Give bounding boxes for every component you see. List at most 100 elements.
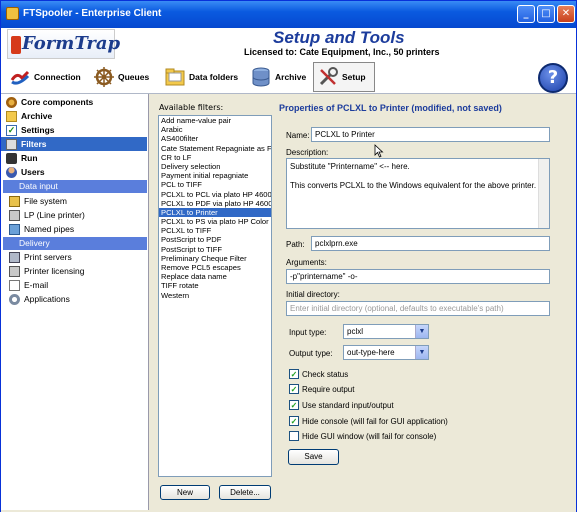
sidebar-item-print-servers[interactable]: Print servers — [1, 250, 147, 264]
sidebar-item-file-system[interactable]: File system — [1, 194, 147, 208]
sidebar-item-named-pipes[interactable]: Named pipes — [1, 222, 147, 236]
checkbox-box[interactable]: ✓ — [289, 369, 299, 379]
filter-list-item[interactable]: Delivery selection — [159, 162, 271, 171]
window-title: FTSpooler - Enterprise Client — [23, 8, 162, 19]
help-button[interactable]: ? — [538, 63, 568, 93]
filter-list-item[interactable]: PostScript to PDF — [159, 235, 271, 244]
input-type-select[interactable]: pclxl ▼ — [343, 324, 429, 339]
filter-list-item[interactable]: Payment initial repagniate — [159, 171, 271, 180]
filter-list-item[interactable]: Western — [159, 291, 271, 300]
checkbox-box[interactable] — [289, 431, 299, 441]
run-icon — [6, 152, 17, 164]
sidebar-item-lp[interactable]: LP (Line printer) — [1, 208, 147, 222]
data-folders-button[interactable]: Data folders — [164, 62, 238, 92]
sidebar-item-settings[interactable]: ✓ Settings — [1, 123, 147, 137]
gears-icon — [6, 96, 17, 108]
use-standard-io-checkbox[interactable]: ✓ Use standard input/output — [289, 399, 394, 411]
initial-directory-label: Initial directory: — [286, 290, 340, 299]
queues-button[interactable]: Queues — [93, 62, 149, 92]
mouse-cursor-icon — [374, 144, 384, 158]
setup-label: Setup — [342, 72, 366, 82]
sidebar-item-archive[interactable]: Archive — [1, 109, 147, 123]
sidebar-item-email[interactable]: E-mail — [1, 278, 147, 292]
filter-list-item[interactable]: Remove PCL5 escapes — [159, 263, 271, 272]
path-label: Path: — [286, 240, 305, 249]
filter-list-item[interactable]: CR to LF — [159, 153, 271, 162]
filter-list-item[interactable]: PCLXL to PCL via plato HP 4600 F — [159, 190, 271, 199]
filter-list-item[interactable]: Cate Statement Repagniate as F — [159, 144, 271, 153]
description-label: Description: — [286, 148, 329, 157]
license-text: Licensed to: Cate Equipment, Inc., 50 pr… — [244, 47, 440, 57]
arguments-field[interactable]: -p"printername" -o- — [286, 269, 550, 284]
filter-list-item[interactable]: Add name-value pair — [159, 116, 271, 125]
chevron-down-icon: ▼ — [415, 346, 428, 359]
tools-icon — [317, 66, 339, 88]
new-filter-button[interactable]: New — [160, 485, 210, 500]
check-status-checkbox[interactable]: ✓ Check status — [289, 368, 348, 380]
filter-list-item[interactable]: Arabic — [159, 125, 271, 134]
filter-list-item[interactable]: PostScript to TIFF — [159, 245, 271, 254]
sidebar-section-data-input: Data input — [3, 180, 147, 193]
sidebar-item-printer-licensing[interactable]: Printer licensing — [1, 264, 147, 278]
sidebar-item-run[interactable]: Run — [1, 151, 147, 165]
description-line-2: This converts PCLXL to the Windows equiv… — [290, 181, 537, 190]
setup-button[interactable]: Setup — [313, 62, 375, 92]
checkbox-box[interactable]: ✓ — [289, 416, 299, 426]
close-button[interactable]: ✕ — [557, 5, 575, 23]
filter-list-item[interactable]: PCLXL to Printer — [159, 207, 271, 218]
require-output-checkbox[interactable]: ✓ Require output — [289, 383, 354, 395]
initial-directory-field[interactable]: Enter initial directory (optional, defau… — [286, 301, 550, 316]
logo-mark-icon — [11, 36, 21, 54]
output-type-select[interactable]: out-type-here ▼ — [343, 345, 429, 360]
archive-label: Archive — [275, 72, 307, 82]
filter-list-item[interactable]: Preliminary Cheque Filter — [159, 254, 271, 263]
chevron-down-icon: ▼ — [415, 325, 428, 338]
data-folders-label: Data folders — [189, 72, 239, 82]
hide-console-checkbox[interactable]: ✓ Hide console (will fail for GUI applica… — [289, 415, 448, 427]
hide-gui-checkbox[interactable]: Hide GUI window (will fail for console) — [289, 430, 436, 442]
filter-list-item[interactable]: PCL to TIFF — [159, 180, 271, 189]
users-icon — [6, 166, 17, 178]
archive-button[interactable]: Archive — [250, 62, 306, 92]
main-toolbar: Connection Queues Data folders Archive S… — [1, 61, 576, 94]
connection-button[interactable]: Connection — [9, 62, 81, 92]
filter-list-item[interactable]: TIFF rotate — [159, 281, 271, 290]
logo-text: FormTrap — [22, 33, 121, 54]
formtrap-logo: FormTrap — [7, 29, 120, 59]
connection-icon — [9, 66, 31, 88]
delete-filter-button[interactable]: Delete... — [219, 485, 271, 500]
arguments-label: Arguments: — [286, 258, 327, 267]
pipe-icon — [9, 223, 20, 235]
ship-wheel-icon — [93, 66, 115, 88]
title-bar[interactable]: FTSpooler - Enterprise Client _ □ ✕ — [1, 1, 576, 28]
filter-list-item[interactable]: PCLXL to PDF via plato HP 4600 F — [159, 199, 271, 208]
output-type-label: Output type: — [289, 349, 333, 358]
minimize-button[interactable]: _ — [517, 5, 535, 23]
name-field[interactable]: PCLXL to Printer — [311, 127, 550, 142]
print-server-icon — [9, 251, 20, 263]
description-field[interactable]: Substitute "Printername" <-- here. This … — [286, 158, 550, 229]
sidebar: Core components Archive ✓ Settings Filter… — [1, 94, 149, 510]
sidebar-item-users[interactable]: Users — [1, 165, 147, 179]
folder-icon — [164, 66, 186, 88]
save-button[interactable]: Save — [288, 449, 339, 465]
filters-list[interactable]: Add name-value pair Arabic AS400filter Cate… — [158, 115, 272, 477]
sidebar-item-core-components[interactable]: Core components — [1, 95, 147, 109]
filter-list-item[interactable]: PCLXL to PS via plato HP Color La — [159, 217, 271, 226]
path-field[interactable]: pclxlprn.exe — [311, 236, 550, 251]
checkbox-box[interactable]: ✓ — [289, 400, 299, 410]
maximize-button[interactable]: □ — [537, 5, 555, 23]
archive-folder-icon — [6, 110, 17, 122]
license-printer-icon — [9, 265, 20, 277]
connection-label: Connection — [34, 72, 81, 82]
sidebar-item-applications[interactable]: Applications — [1, 292, 147, 306]
description-scrollbar[interactable] — [538, 159, 549, 228]
sidebar-item-filters[interactable]: Filters — [1, 137, 147, 151]
name-label: Name: — [286, 131, 310, 140]
database-icon — [250, 66, 272, 88]
checkbox-box[interactable]: ✓ — [289, 384, 299, 394]
filter-list-item[interactable]: PCLXL to TIFF — [159, 226, 271, 235]
filter-list-item[interactable]: Replace data name — [159, 272, 271, 281]
filter-list-item[interactable]: AS400filter — [159, 134, 271, 143]
page-title: Setup and Tools — [273, 28, 405, 47]
